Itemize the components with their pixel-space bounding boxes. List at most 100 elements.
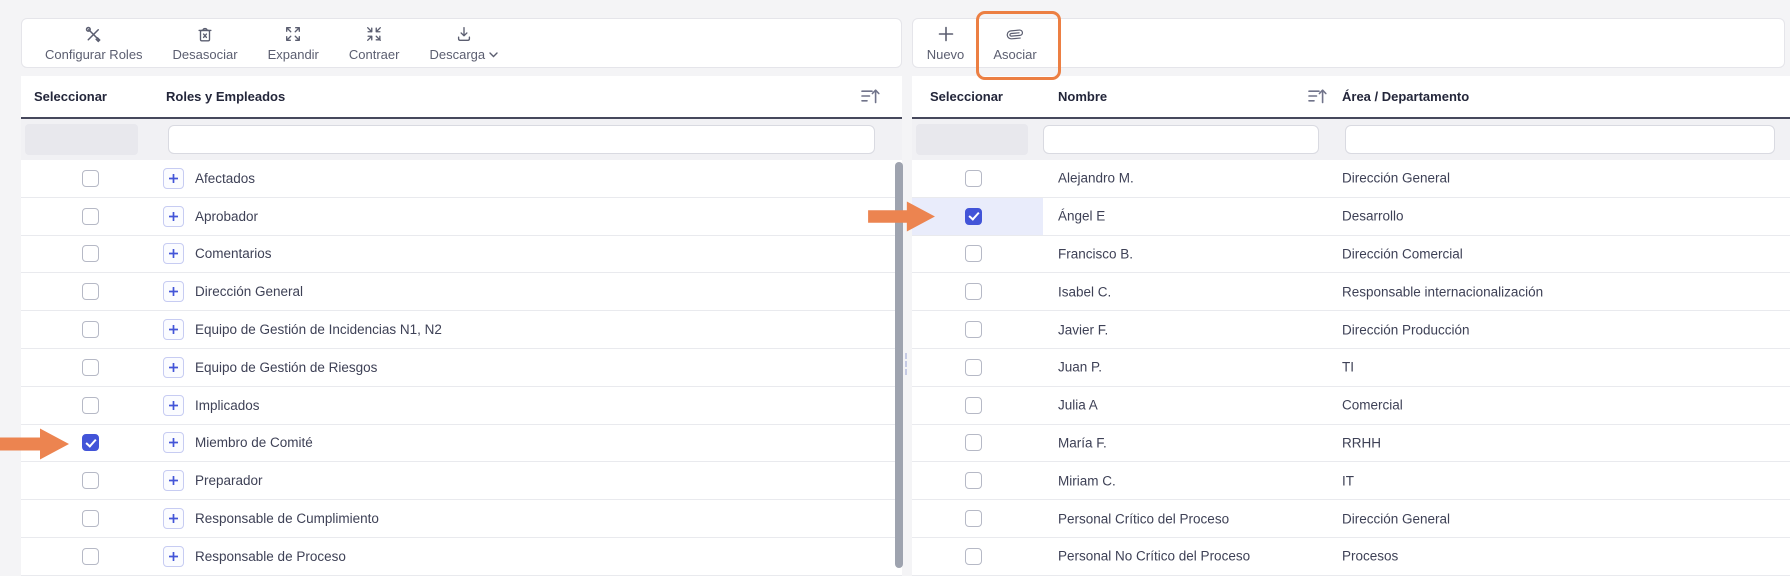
row-checkbox[interactable]: [82, 359, 99, 376]
table-row[interactable]: Julia A Comercial: [912, 387, 1790, 425]
vertical-scrollbar[interactable]: [895, 162, 903, 568]
row-checkbox[interactable]: [965, 283, 982, 300]
role-label: Dirección General: [195, 284, 303, 299]
employee-name: Juan P.: [1058, 360, 1102, 375]
collapse-icon: [365, 24, 383, 44]
roles-table-header: Seleccionar Roles y Empleados: [21, 76, 902, 119]
table-row[interactable]: Alejandro M. Dirección General: [912, 160, 1790, 198]
table-row-selected[interactable]: Ángel E Desarrollo: [912, 198, 1790, 236]
employee-area: RRHH: [1342, 435, 1381, 450]
table-row[interactable]: Francisco B. Dirección Comercial: [912, 236, 1790, 274]
row-checkbox[interactable]: [965, 397, 982, 414]
employee-area: Dirección Comercial: [1342, 246, 1463, 261]
row-checkbox[interactable]: [82, 283, 99, 300]
expandir-button[interactable]: Expandir: [253, 19, 334, 67]
employee-name: Alejandro M.: [1058, 171, 1134, 186]
employees-col-nombre: Nombre: [1058, 76, 1107, 117]
row-checkbox[interactable]: [82, 472, 99, 489]
table-row[interactable]: Responsable de Proceso: [21, 538, 902, 576]
employee-name: María F.: [1058, 435, 1107, 450]
row-checkbox[interactable]: [82, 208, 99, 225]
row-checkbox[interactable]: [82, 548, 99, 565]
area-filter-input[interactable]: [1345, 125, 1775, 154]
employee-name: Javier F.: [1058, 322, 1108, 337]
employee-area: IT: [1342, 473, 1354, 488]
table-row[interactable]: Implicados: [21, 387, 902, 425]
table-row[interactable]: Preparador: [21, 462, 902, 500]
roles-rows: Afectados Aprobador Comentarios Direcció…: [21, 160, 902, 576]
table-row[interactable]: Equipo de Gestión de Riesgos: [21, 349, 902, 387]
row-checkbox[interactable]: [965, 170, 982, 187]
row-checkbox[interactable]: [965, 548, 982, 565]
table-row[interactable]: Dirección General: [21, 273, 902, 311]
configurar-roles-button[interactable]: Configurar Roles: [30, 19, 158, 67]
table-row[interactable]: Javier F. Dirección Producción: [912, 311, 1790, 349]
download-icon: [455, 24, 473, 44]
role-label: Responsable de Proceso: [195, 549, 346, 564]
table-row[interactable]: Juan P. TI: [912, 349, 1790, 387]
expand-plus-icon[interactable]: [163, 319, 184, 340]
asociar-button[interactable]: Asociar: [979, 19, 1051, 67]
contraer-label: Contraer: [349, 47, 400, 62]
table-row[interactable]: Responsable de Cumplimiento: [21, 500, 902, 538]
table-row[interactable]: Afectados: [21, 160, 902, 198]
row-checkbox[interactable]: [965, 434, 982, 451]
expand-plus-icon[interactable]: [163, 508, 184, 529]
roles-col-tree: Roles y Empleados: [166, 76, 285, 117]
employee-name: Personal Crítico del Proceso: [1058, 511, 1229, 526]
sort-icon[interactable]: [1308, 88, 1327, 110]
nuevo-button[interactable]: Nuevo: [913, 19, 979, 67]
table-row[interactable]: Miriam C. IT: [912, 462, 1790, 500]
expand-plus-icon[interactable]: [163, 168, 184, 189]
expand-plus-icon[interactable]: [163, 281, 184, 302]
desasociar-button[interactable]: Desasociar: [158, 19, 253, 67]
expandir-label: Expandir: [268, 47, 319, 62]
expand-plus-icon[interactable]: [163, 470, 184, 491]
employee-name: Isabel C.: [1058, 284, 1111, 299]
roles-filter-input[interactable]: [168, 125, 875, 154]
expand-plus-icon[interactable]: [163, 395, 184, 416]
contraer-button[interactable]: Contraer: [334, 19, 415, 67]
table-row[interactable]: Personal Crítico del Proceso Dirección G…: [912, 500, 1790, 538]
employee-area: Dirección General: [1342, 171, 1450, 186]
row-checkbox[interactable]: [82, 321, 99, 338]
employees-col-area: Área / Departamento: [1342, 76, 1469, 117]
sort-icon[interactable]: [861, 88, 880, 110]
desasociar-label: Desasociar: [173, 47, 238, 62]
expand-plus-icon[interactable]: [163, 206, 184, 227]
employee-area: Dirección Producción: [1342, 322, 1470, 337]
roles-filter-select-cell: [25, 124, 138, 155]
expand-plus-icon[interactable]: [163, 432, 184, 453]
employee-name: Ángel E: [1058, 209, 1105, 224]
employees-table-header: Seleccionar Nombre Área / Departamento: [912, 76, 1790, 119]
row-checkbox[interactable]: [965, 321, 982, 338]
table-row[interactable]: Personal No Crítico del Proceso Procesos: [912, 538, 1790, 576]
row-checkbox[interactable]: [82, 510, 99, 527]
expand-plus-icon[interactable]: [163, 357, 184, 378]
row-checkbox[interactable]: [82, 434, 99, 451]
plus-icon: [938, 24, 954, 44]
table-row[interactable]: Comentarios: [21, 236, 902, 274]
row-checkbox[interactable]: [965, 208, 982, 225]
row-checkbox[interactable]: [965, 245, 982, 262]
row-checkbox[interactable]: [82, 245, 99, 262]
table-row[interactable]: Equipo de Gestión de Incidencias N1, N2: [21, 311, 902, 349]
nombre-filter-input[interactable]: [1043, 125, 1319, 154]
trash-x-icon: [196, 24, 214, 44]
table-row-selected[interactable]: Miembro de Comité: [21, 425, 902, 463]
row-checkbox[interactable]: [965, 510, 982, 527]
row-checkbox[interactable]: [82, 397, 99, 414]
role-label: Equipo de Gestión de Incidencias N1, N2: [195, 322, 442, 337]
table-row[interactable]: Aprobador: [21, 198, 902, 236]
panel-splitter-handle[interactable]: [905, 353, 907, 375]
row-checkbox[interactable]: [965, 472, 982, 489]
row-checkbox[interactable]: [965, 359, 982, 376]
expand-plus-icon[interactable]: [163, 546, 184, 567]
expand-plus-icon[interactable]: [163, 243, 184, 264]
table-row[interactable]: María F. RRHH: [912, 425, 1790, 463]
descarga-button[interactable]: Descarga: [414, 19, 513, 67]
table-row[interactable]: Isabel C. Responsable internacionalizaci…: [912, 273, 1790, 311]
configurar-roles-label: Configurar Roles: [45, 47, 143, 62]
chevron-down-icon: [489, 52, 498, 58]
row-checkbox[interactable]: [82, 170, 99, 187]
